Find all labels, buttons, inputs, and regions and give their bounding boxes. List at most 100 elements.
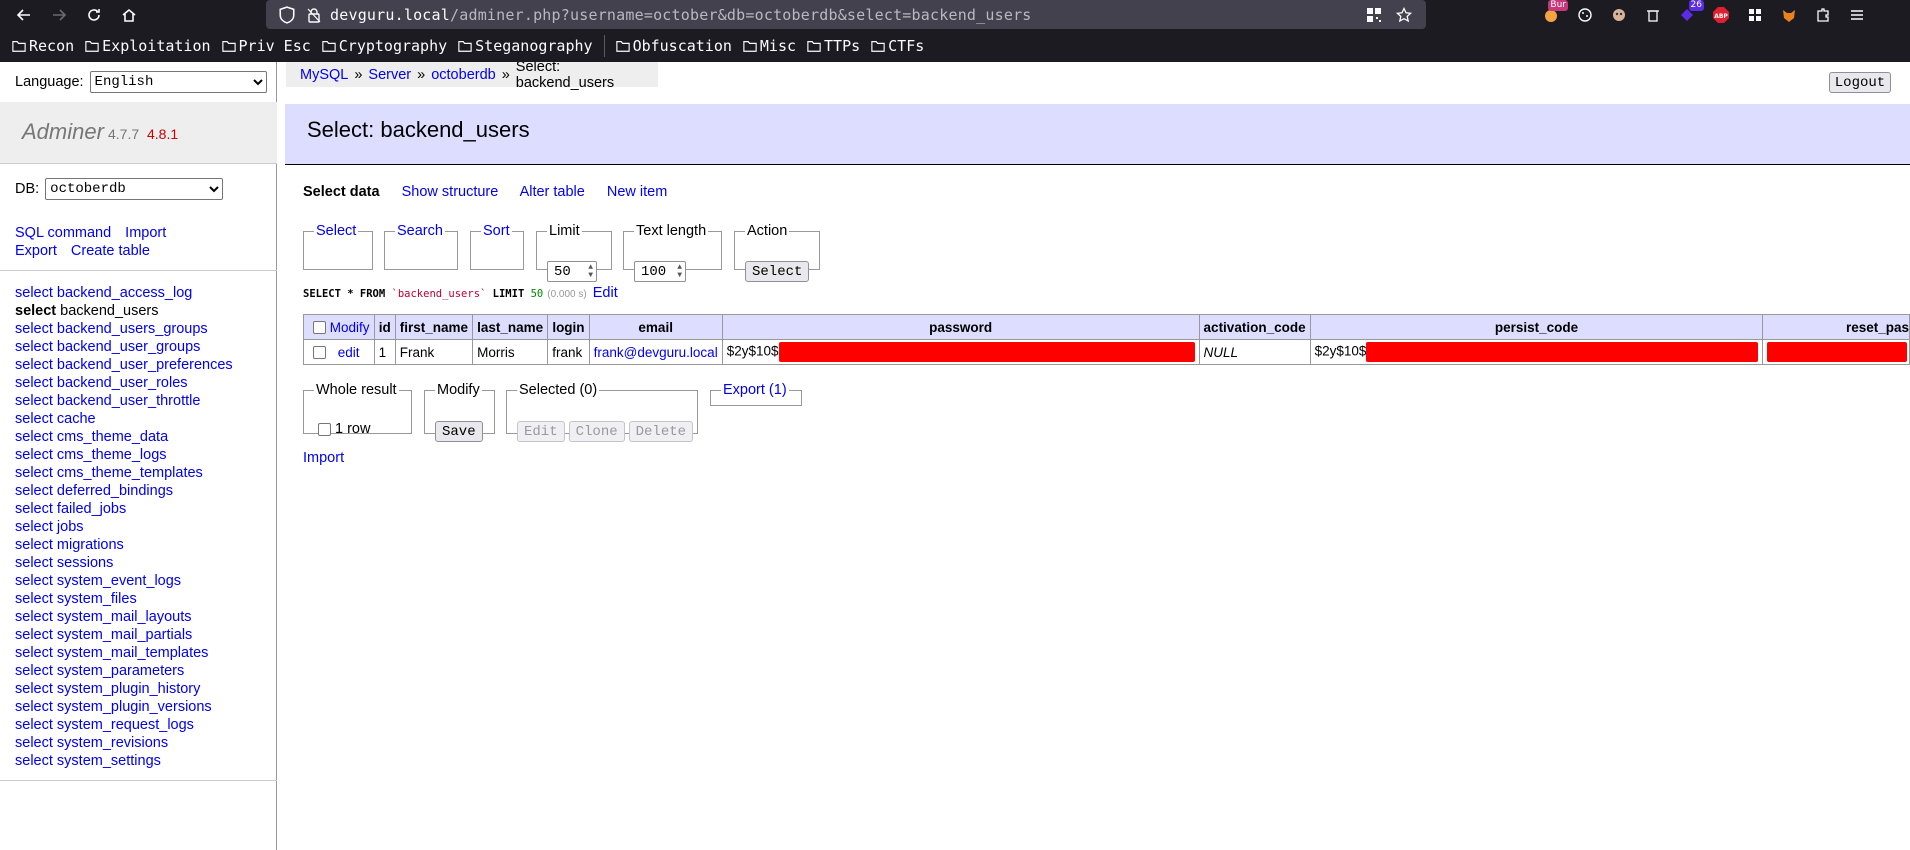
bookmark-folder[interactable]: CTFs	[871, 37, 924, 55]
bookmark-star-icon[interactable]	[1396, 6, 1412, 23]
save-button[interactable]: Save	[435, 421, 483, 442]
url-text[interactable]: devguru.local/adminer.php?username=octob…	[330, 6, 1032, 24]
column-header-label[interactable]: id	[379, 320, 391, 335]
cell-email[interactable]: frank@devguru.local	[588, 339, 723, 365]
cell-reset-password[interactable]	[1762, 339, 1910, 365]
select-table-link[interactable]: select	[15, 753, 53, 769]
select-table-link[interactable]: select	[15, 591, 53, 607]
import-link[interactable]: Import	[125, 225, 166, 241]
hamburger-menu-icon[interactable]	[1846, 4, 1868, 26]
column-header-label[interactable]: password	[929, 320, 992, 335]
table-structure-link[interactable]: system_plugin_versions	[57, 699, 212, 715]
column-header-id[interactable]: id	[373, 314, 396, 340]
delete-selected-button[interactable]: Delete	[628, 421, 694, 442]
column-header-label[interactable]: first_name	[400, 320, 468, 335]
column-header-reset-password[interactable]: reset_pas	[1762, 314, 1910, 340]
alter-table-link[interactable]: Alter table	[520, 184, 585, 200]
adblock-extension-icon[interactable]: ABP	[1710, 4, 1732, 26]
show-structure-link[interactable]: Show structure	[402, 184, 499, 200]
breadcrumb-mysql[interactable]: MySQL	[300, 67, 348, 83]
table-structure-link[interactable]: system_files	[57, 591, 137, 607]
select-all-checkbox[interactable]	[313, 321, 326, 335]
sort-link[interactable]: Sort	[483, 223, 510, 239]
bookmark-folder[interactable]: Priv Esc	[221, 37, 311, 55]
cell-password[interactable]: $2y$10$	[721, 339, 1200, 365]
bookmark-folder[interactable]: Misc	[743, 37, 796, 55]
table-structure-link[interactable]: backend_user_roles	[57, 375, 188, 391]
qr-code-icon[interactable]	[1366, 7, 1382, 23]
select-table-link[interactable]: select	[15, 645, 53, 661]
shield-icon[interactable]	[278, 5, 296, 24]
trash-extension-icon[interactable]	[1642, 4, 1664, 26]
select-table-link[interactable]: select	[15, 681, 53, 697]
lock-icon[interactable]	[306, 7, 322, 23]
select-table-link[interactable]: select	[15, 699, 53, 715]
language-select[interactable]: English	[89, 71, 267, 93]
select-table-link[interactable]: select	[15, 555, 53, 571]
logout-button[interactable]: Logout	[1829, 72, 1891, 93]
home-button[interactable]	[115, 3, 143, 27]
cell-id[interactable]: 1	[373, 339, 396, 365]
reload-button[interactable]	[80, 3, 108, 27]
column-header-email[interactable]: email	[588, 314, 723, 340]
column-header-persist-code[interactable]: persist_code	[1309, 314, 1764, 340]
column-header-label[interactable]: last_name	[477, 320, 543, 335]
column-header-login[interactable]: login	[547, 314, 590, 340]
edit-selected-button[interactable]: Edit	[517, 421, 565, 442]
sql-query[interactable]: SELECT * FROM `backend_users` LIMIT 50	[303, 288, 543, 300]
select-table-link[interactable]: select	[15, 339, 53, 355]
cell-last-name[interactable]: Morris	[472, 339, 549, 365]
bookmark-folder[interactable]: TTPs	[807, 37, 860, 55]
table-structure-link[interactable]: backend_user_preferences	[57, 357, 233, 373]
breadcrumb-database[interactable]: octoberdb	[431, 67, 496, 83]
email-link[interactable]: frank@devguru.local	[594, 345, 718, 360]
select-table-link[interactable]: select	[15, 537, 53, 553]
hacktools-extension-icon[interactable]: 26	[1676, 0, 1704, 26]
select-table-link[interactable]: select	[15, 501, 53, 517]
bookmark-folder[interactable]: Steganography	[458, 37, 593, 55]
table-structure-link[interactable]: cms_theme_data	[57, 429, 168, 445]
table-structure-link[interactable]: failed_jobs	[57, 501, 126, 517]
back-button[interactable]	[10, 3, 38, 27]
select-table-link[interactable]: select	[15, 303, 56, 319]
bookmark-folder[interactable]: Exploitation	[85, 37, 211, 55]
row-edit-link[interactable]: edit	[338, 345, 360, 360]
select-data-link[interactable]: Select data	[303, 184, 380, 200]
new-version-link[interactable]: 4.8.1	[147, 126, 178, 142]
table-structure-link[interactable]: deferred_bindings	[57, 483, 173, 499]
adminer-logo-link[interactable]: Adminer	[22, 119, 104, 145]
select-table-link[interactable]: select	[15, 573, 53, 589]
bookmark-folder[interactable]: Obfuscation	[615, 37, 732, 55]
table-structure-link[interactable]: system_event_logs	[57, 573, 181, 589]
table-structure-link[interactable]: system_mail_templates	[57, 645, 209, 661]
export-link[interactable]: Export (1)	[723, 382, 787, 398]
select-table-link[interactable]: select	[15, 735, 53, 751]
column-header-activation-code[interactable]: activation_code	[1198, 314, 1311, 340]
bookmark-folder[interactable]: Recon	[12, 37, 74, 55]
table-structure-link[interactable]: system_mail_partials	[57, 627, 192, 643]
table-structure-link[interactable]: backend_access_log	[57, 285, 192, 301]
table-structure-link[interactable]: system_parameters	[57, 663, 184, 679]
spinner-icon[interactable]: ▲ ▼	[588, 264, 593, 280]
table-structure-link[interactable]: system_plugin_history	[57, 681, 200, 697]
db-select[interactable]: octoberdb	[45, 178, 224, 200]
edit-query-link[interactable]: Edit	[593, 285, 618, 301]
select-table-link[interactable]: select	[15, 375, 53, 391]
select-table-link[interactable]: select	[15, 465, 53, 481]
table-structure-link[interactable]: migrations	[57, 537, 124, 553]
column-header-label[interactable]: persist_code	[1495, 320, 1578, 335]
select-table-link[interactable]: select	[15, 321, 53, 337]
table-structure-link[interactable]: backend_user_throttle	[57, 393, 201, 409]
table-structure-link[interactable]: system_mail_layouts	[57, 609, 192, 625]
search-link[interactable]: Search	[397, 223, 443, 239]
table-structure-link[interactable]: jobs	[57, 519, 84, 535]
column-header-last-name[interactable]: last_name	[472, 314, 549, 340]
table-structure-link[interactable]: system_settings	[57, 753, 161, 769]
burp-extension-icon[interactable]: Bur	[1540, 0, 1568, 26]
select-table-link[interactable]: select	[15, 717, 53, 733]
export-link[interactable]: Export	[15, 243, 57, 259]
cell-login[interactable]: frank	[547, 339, 590, 365]
column-header-label[interactable]: email	[638, 320, 673, 335]
cookie-extension-icon[interactable]	[1574, 4, 1596, 26]
column-header-first-name[interactable]: first_name	[394, 314, 474, 340]
